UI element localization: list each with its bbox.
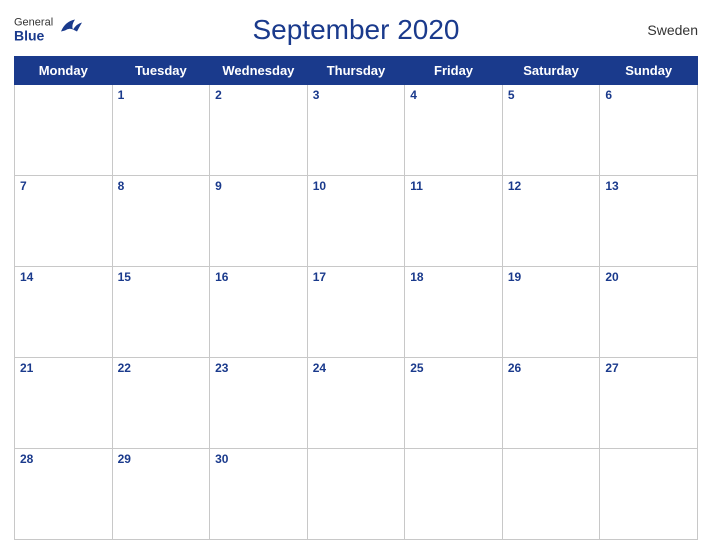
day-number: 17: [313, 270, 326, 284]
generalblue-logo: General Blue: [14, 18, 83, 43]
day-number: 2: [215, 88, 222, 102]
weekday-sunday: Sunday: [600, 57, 698, 85]
weekday-tuesday: Tuesday: [112, 57, 210, 85]
calendar-day-cell: 27: [600, 358, 698, 449]
calendar-day-cell: [405, 449, 503, 540]
logo-blue-text: Blue: [14, 29, 53, 43]
day-number: 30: [215, 452, 228, 466]
calendar-day-cell: 21: [15, 358, 113, 449]
country-label: Sweden: [647, 22, 698, 38]
calendar-day-cell: 4: [405, 85, 503, 176]
day-number: 8: [118, 179, 125, 193]
calendar-week-row: 21 22 23 24 25 26 27: [15, 358, 698, 449]
day-number: 15: [118, 270, 131, 284]
calendar-day-cell: 29: [112, 449, 210, 540]
calendar-day-cell: 30: [210, 449, 308, 540]
calendar-day-cell: 25: [405, 358, 503, 449]
calendar-day-cell: 22: [112, 358, 210, 449]
day-number: 4: [410, 88, 417, 102]
calendar-day-cell: 6: [600, 85, 698, 176]
day-number: 12: [508, 179, 521, 193]
weekday-thursday: Thursday: [307, 57, 405, 85]
calendar-day-cell: 23: [210, 358, 308, 449]
day-number: 10: [313, 179, 326, 193]
calendar-day-cell: 26: [502, 358, 600, 449]
calendar-day-cell: 11: [405, 176, 503, 267]
calendar-day-cell: [502, 449, 600, 540]
day-number: 18: [410, 270, 423, 284]
day-number: 26: [508, 361, 521, 375]
day-number: 19: [508, 270, 521, 284]
weekday-friday: Friday: [405, 57, 503, 85]
calendar-week-row: 1 2 3 4 5 6: [15, 85, 698, 176]
calendar-week-row: 28 29 30: [15, 449, 698, 540]
calendar-table: Monday Tuesday Wednesday Thursday Friday…: [14, 56, 698, 540]
weekday-header-row: Monday Tuesday Wednesday Thursday Friday…: [15, 57, 698, 85]
day-number: 28: [20, 452, 33, 466]
calendar-header: General Blue September 2020 Sweden: [14, 10, 698, 50]
day-number: 23: [215, 361, 228, 375]
calendar-header-row: Monday Tuesday Wednesday Thursday Friday…: [15, 57, 698, 85]
day-number: 3: [313, 88, 320, 102]
calendar-day-cell: [307, 449, 405, 540]
logo-bird-icon: [55, 18, 83, 36]
calendar-day-cell: [600, 449, 698, 540]
calendar-day-cell: 14: [15, 267, 113, 358]
calendar-title: September 2020: [252, 14, 459, 46]
calendar-day-cell: 1: [112, 85, 210, 176]
calendar-day-cell: 24: [307, 358, 405, 449]
day-number: 24: [313, 361, 326, 375]
calendar-day-cell: 15: [112, 267, 210, 358]
calendar-day-cell: [15, 85, 113, 176]
calendar-day-cell: 3: [307, 85, 405, 176]
calendar-day-cell: 10: [307, 176, 405, 267]
day-number: 25: [410, 361, 423, 375]
calendar-day-cell: 9: [210, 176, 308, 267]
day-number: 29: [118, 452, 131, 466]
day-number: 27: [605, 361, 618, 375]
calendar-day-cell: 7: [15, 176, 113, 267]
weekday-monday: Monday: [15, 57, 113, 85]
calendar-week-row: 7 8 9 10 11 12 13: [15, 176, 698, 267]
calendar-day-cell: 18: [405, 267, 503, 358]
day-number: 16: [215, 270, 228, 284]
day-number: 6: [605, 88, 612, 102]
calendar-day-cell: 13: [600, 176, 698, 267]
day-number: 13: [605, 179, 618, 193]
day-number: 5: [508, 88, 515, 102]
calendar-day-cell: 28: [15, 449, 113, 540]
day-number: 1: [118, 88, 125, 102]
calendar-week-row: 14 15 16 17 18 19 20: [15, 267, 698, 358]
weekday-wednesday: Wednesday: [210, 57, 308, 85]
calendar-day-cell: 5: [502, 85, 600, 176]
calendar-day-cell: 17: [307, 267, 405, 358]
calendar-day-cell: 16: [210, 267, 308, 358]
calendar-body: 1234567891011121314151617181920212223242…: [15, 85, 698, 540]
day-number: 22: [118, 361, 131, 375]
calendar-day-cell: 2: [210, 85, 308, 176]
day-number: 9: [215, 179, 222, 193]
calendar-day-cell: 8: [112, 176, 210, 267]
calendar-day-cell: 20: [600, 267, 698, 358]
day-number: 14: [20, 270, 33, 284]
day-number: 20: [605, 270, 618, 284]
calendar-day-cell: 19: [502, 267, 600, 358]
weekday-saturday: Saturday: [502, 57, 600, 85]
calendar-page: General Blue September 2020 Sweden Monda…: [0, 0, 712, 550]
day-number: 7: [20, 179, 27, 193]
day-number: 11: [410, 179, 423, 193]
calendar-day-cell: 12: [502, 176, 600, 267]
day-number: 21: [20, 361, 33, 375]
